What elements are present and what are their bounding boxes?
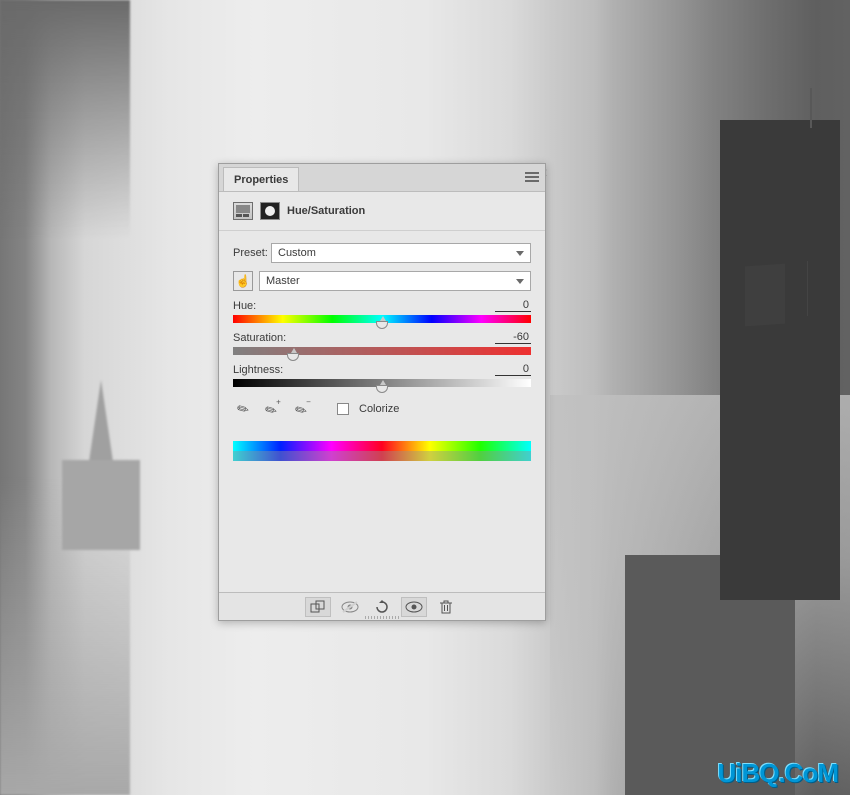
view-previous-state-icon[interactable] — [337, 597, 363, 617]
building-tall — [720, 120, 840, 600]
tab-properties[interactable]: Properties — [223, 167, 299, 191]
lightness-value[interactable]: 0 — [495, 363, 531, 376]
building-antenna — [807, 261, 808, 316]
hue-slider-block: Hue: 0 — [233, 299, 531, 323]
lightness-slider[interactable] — [233, 379, 531, 387]
preset-row: Preset: Custom — [233, 243, 531, 263]
saturation-slider[interactable] — [233, 347, 531, 355]
hue-slider[interactable] — [233, 315, 531, 323]
colorize-label: Colorize — [359, 403, 399, 415]
spectrum-input — [233, 441, 531, 451]
eyedropper-icon[interactable]: ✎ — [229, 395, 256, 422]
properties-panel: Properties Hue/Saturation Preset: Custom… — [218, 163, 546, 621]
hue-label: Hue: — [233, 300, 256, 312]
panel-tabbar: Properties — [219, 164, 545, 192]
eyedropper-subtract-icon[interactable]: ✎ — [289, 395, 316, 422]
channel-select[interactable]: Master — [259, 271, 531, 291]
adjustment-header: Hue/Saturation — [219, 192, 545, 231]
layer-mask-icon[interactable] — [260, 202, 280, 220]
panel-body: Preset: Custom ☝ Master Hue: 0 — [219, 231, 545, 469]
channel-row: ☝ Master — [233, 271, 531, 291]
skyline-right — [690, 0, 850, 795]
building-antenna-block — [745, 264, 785, 327]
channel-value: Master — [266, 275, 300, 287]
colorize-checkbox[interactable] — [337, 403, 349, 415]
preset-value: Custom — [278, 247, 316, 259]
tab-properties-label: Properties — [234, 174, 288, 186]
eyedropper-row: ✎ ✎ ✎ Colorize — [233, 399, 531, 419]
lightness-slider-block: Lightness: 0 — [233, 363, 531, 387]
watermark: UiBQ.CoM — [717, 758, 838, 789]
saturation-thumb[interactable] — [287, 353, 299, 361]
panel-collapse-strip: ◀◀ ✕ — [522, 166, 844, 180]
toggle-visibility-icon[interactable] — [401, 597, 427, 617]
chevron-down-icon — [516, 251, 524, 256]
adjustment-type-icon[interactable] — [233, 202, 253, 220]
saturation-value[interactable]: -60 — [495, 331, 531, 344]
preset-select[interactable]: Custom — [271, 243, 531, 263]
saturation-slider-block: Saturation: -60 — [233, 331, 531, 355]
resize-grip[interactable] — [365, 616, 399, 619]
targeted-adjustment-icon[interactable]: ☝ — [233, 271, 253, 291]
preset-label: Preset: — [233, 247, 271, 259]
eyedropper-add-icon[interactable]: ✎ — [259, 395, 286, 422]
skyline-left — [0, 0, 130, 795]
building-base — [62, 460, 140, 550]
building-mast — [810, 88, 812, 128]
clip-to-layer-icon[interactable] — [305, 597, 331, 617]
spectrum-output — [233, 451, 531, 461]
chevron-down-icon — [516, 279, 524, 284]
reset-icon[interactable] — [369, 597, 395, 617]
hue-thumb[interactable] — [376, 321, 388, 329]
panel-menu-icon[interactable] — [525, 172, 539, 182]
panel-footer — [219, 592, 545, 620]
lightness-label: Lightness: — [233, 364, 283, 376]
spectrum-bars[interactable] — [233, 441, 531, 461]
saturation-label: Saturation: — [233, 332, 286, 344]
lightness-thumb[interactable] — [376, 385, 388, 393]
adjustment-title: Hue/Saturation — [287, 205, 365, 217]
hue-value[interactable]: 0 — [495, 299, 531, 312]
trash-icon[interactable] — [433, 597, 459, 617]
